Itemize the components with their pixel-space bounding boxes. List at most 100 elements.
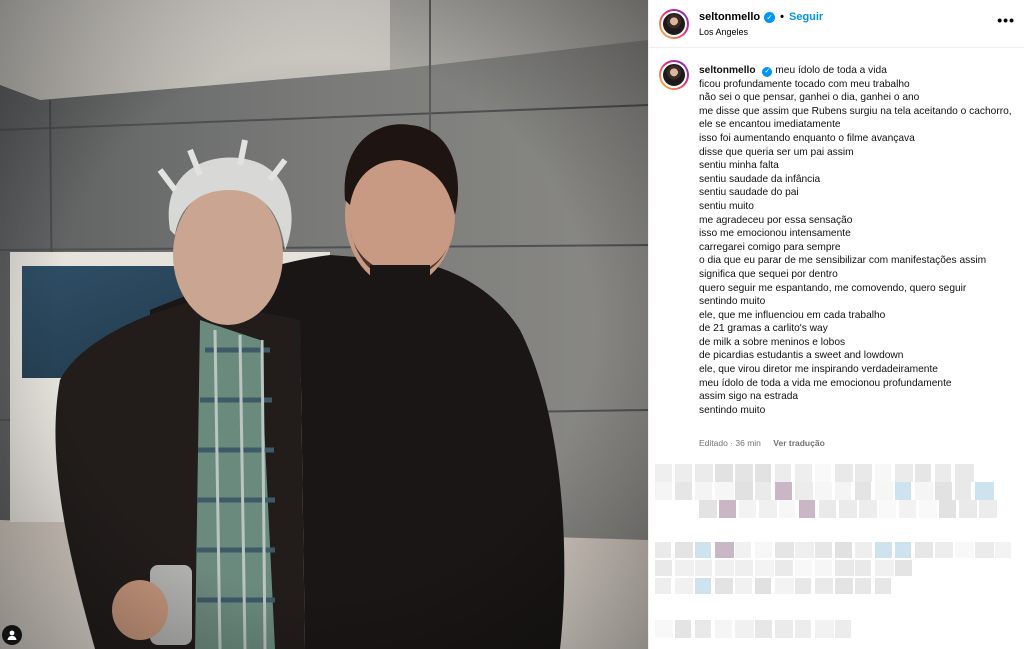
pixel-block	[979, 500, 997, 518]
caption-line: sentiu minha falta	[699, 160, 779, 172]
pixel-block	[675, 620, 691, 638]
follow-button[interactable]: Seguir	[789, 11, 823, 23]
verified-badge-icon: ✓	[764, 11, 776, 23]
pixel-block	[815, 482, 832, 500]
pixel-block	[655, 560, 672, 576]
user-tag-button[interactable]	[2, 625, 22, 645]
pixel-block	[735, 620, 754, 638]
caption-text: seltonmello ✓ meu ídolo de toda a vida f…	[699, 64, 1017, 417]
pixel-block	[755, 542, 772, 558]
pixel-block	[795, 542, 814, 558]
pixel-block	[755, 464, 771, 482]
caption-line: isso me emocionou intensamente	[699, 228, 851, 240]
pixel-block	[955, 542, 974, 558]
pixel-block	[675, 542, 693, 558]
header-username[interactable]: seltonmello	[699, 11, 760, 23]
pixel-block	[899, 500, 916, 518]
pixel-block	[755, 560, 774, 576]
pixel-block	[835, 578, 853, 594]
pixel-block	[855, 560, 871, 576]
pixel-block	[695, 620, 711, 638]
caption-line: sentiu muito	[699, 200, 754, 212]
pixel-block	[875, 578, 891, 594]
caption-line: de milk a sobre meninos e lobos	[699, 336, 846, 348]
pixel-block	[819, 500, 836, 518]
caption-line: ele, que virou diretor me inspirando ver…	[699, 364, 938, 376]
caption-avatar[interactable]	[659, 60, 689, 90]
pixel-block	[755, 482, 771, 500]
pixel-block	[835, 560, 854, 576]
caption-first-line: meu ídolo de toda a vida	[775, 65, 887, 76]
pixel-block	[795, 482, 813, 500]
pixel-block	[915, 542, 933, 558]
caption-line: meu ídolo de toda a vida me emocionou pr…	[699, 377, 952, 389]
pixel-block	[695, 464, 713, 482]
pixel-block	[715, 464, 733, 482]
caption-line: me agradeceu por essa sensação	[699, 214, 853, 226]
pixel-block	[715, 578, 733, 594]
see-translation-link[interactable]: Ver tradução	[773, 438, 825, 448]
pixel-block	[895, 482, 911, 500]
caption-username[interactable]: seltonmello	[699, 65, 756, 76]
caption-line: carregarei comigo para sempre	[699, 241, 841, 253]
more-horizontal-icon[interactable]: •••	[997, 12, 1015, 28]
pixel-block	[855, 464, 872, 482]
pixel-block	[715, 560, 734, 576]
post-side-panel: seltonmello ✓ • Seguir Los Angeles ••• s…	[648, 0, 1024, 649]
pixel-block	[755, 620, 772, 638]
caption-line: sentindo muito	[699, 404, 766, 416]
caption-line: isso foi aumentando enquanto o filme ava…	[699, 132, 915, 144]
pixel-block	[695, 578, 711, 594]
post-photo[interactable]	[0, 0, 648, 649]
pixel-block	[739, 500, 756, 518]
pixel-block	[895, 542, 911, 558]
caption-line: o dia que eu parar de me sensibilizar co…	[699, 255, 987, 267]
pixel-block	[775, 542, 794, 558]
pixel-block	[655, 542, 671, 558]
pixel-block	[995, 542, 1011, 558]
pixel-block	[675, 560, 694, 576]
pixel-block	[815, 578, 833, 594]
caption-lines: ficou profundamente tocado com meu traba…	[699, 78, 1017, 418]
pixel-block	[815, 560, 832, 576]
pixel-block	[779, 500, 795, 518]
blurred-comments	[649, 460, 1024, 649]
caption-line: de picardias estudantis a sweet and lowd…	[699, 350, 904, 362]
pixel-block	[875, 482, 893, 500]
pixel-block	[735, 542, 751, 558]
pixel-block	[735, 464, 753, 482]
post-meta: Editado · 36 min Ver tradução	[699, 438, 825, 448]
pixel-block	[735, 560, 753, 576]
pixel-block	[975, 542, 994, 558]
pixel-block	[755, 578, 771, 594]
pixel-block	[835, 464, 853, 482]
caption-verified-badge-icon: ✓	[762, 66, 773, 77]
pixel-block	[719, 500, 736, 518]
pixel-block	[959, 500, 977, 518]
pixel-block	[795, 620, 811, 638]
pixel-block	[675, 482, 692, 500]
pixel-block	[855, 542, 872, 558]
pixel-block	[775, 578, 794, 594]
caption-line: significa que sequei por dentro	[699, 268, 838, 280]
avatar[interactable]	[659, 9, 689, 39]
pixel-block	[935, 542, 953, 558]
pixel-block	[975, 482, 994, 500]
pixel-block	[895, 464, 913, 482]
pixel-block	[695, 560, 712, 576]
pixel-block	[775, 560, 793, 576]
pixel-block	[775, 620, 793, 638]
location-link[interactable]: Los Angeles	[699, 27, 748, 37]
pixel-block	[919, 500, 937, 518]
pixel-block	[795, 560, 812, 576]
pixel-block	[875, 542, 892, 558]
pixel-block	[799, 500, 815, 518]
pixel-block	[835, 482, 851, 500]
pixel-block	[895, 560, 912, 576]
pixel-block	[815, 620, 834, 638]
pixel-block	[675, 464, 692, 482]
caption-line: de 21 gramas a carlito's way	[699, 323, 828, 335]
pixel-block	[859, 500, 877, 518]
pixel-block	[935, 482, 952, 500]
pixel-block	[759, 500, 777, 518]
